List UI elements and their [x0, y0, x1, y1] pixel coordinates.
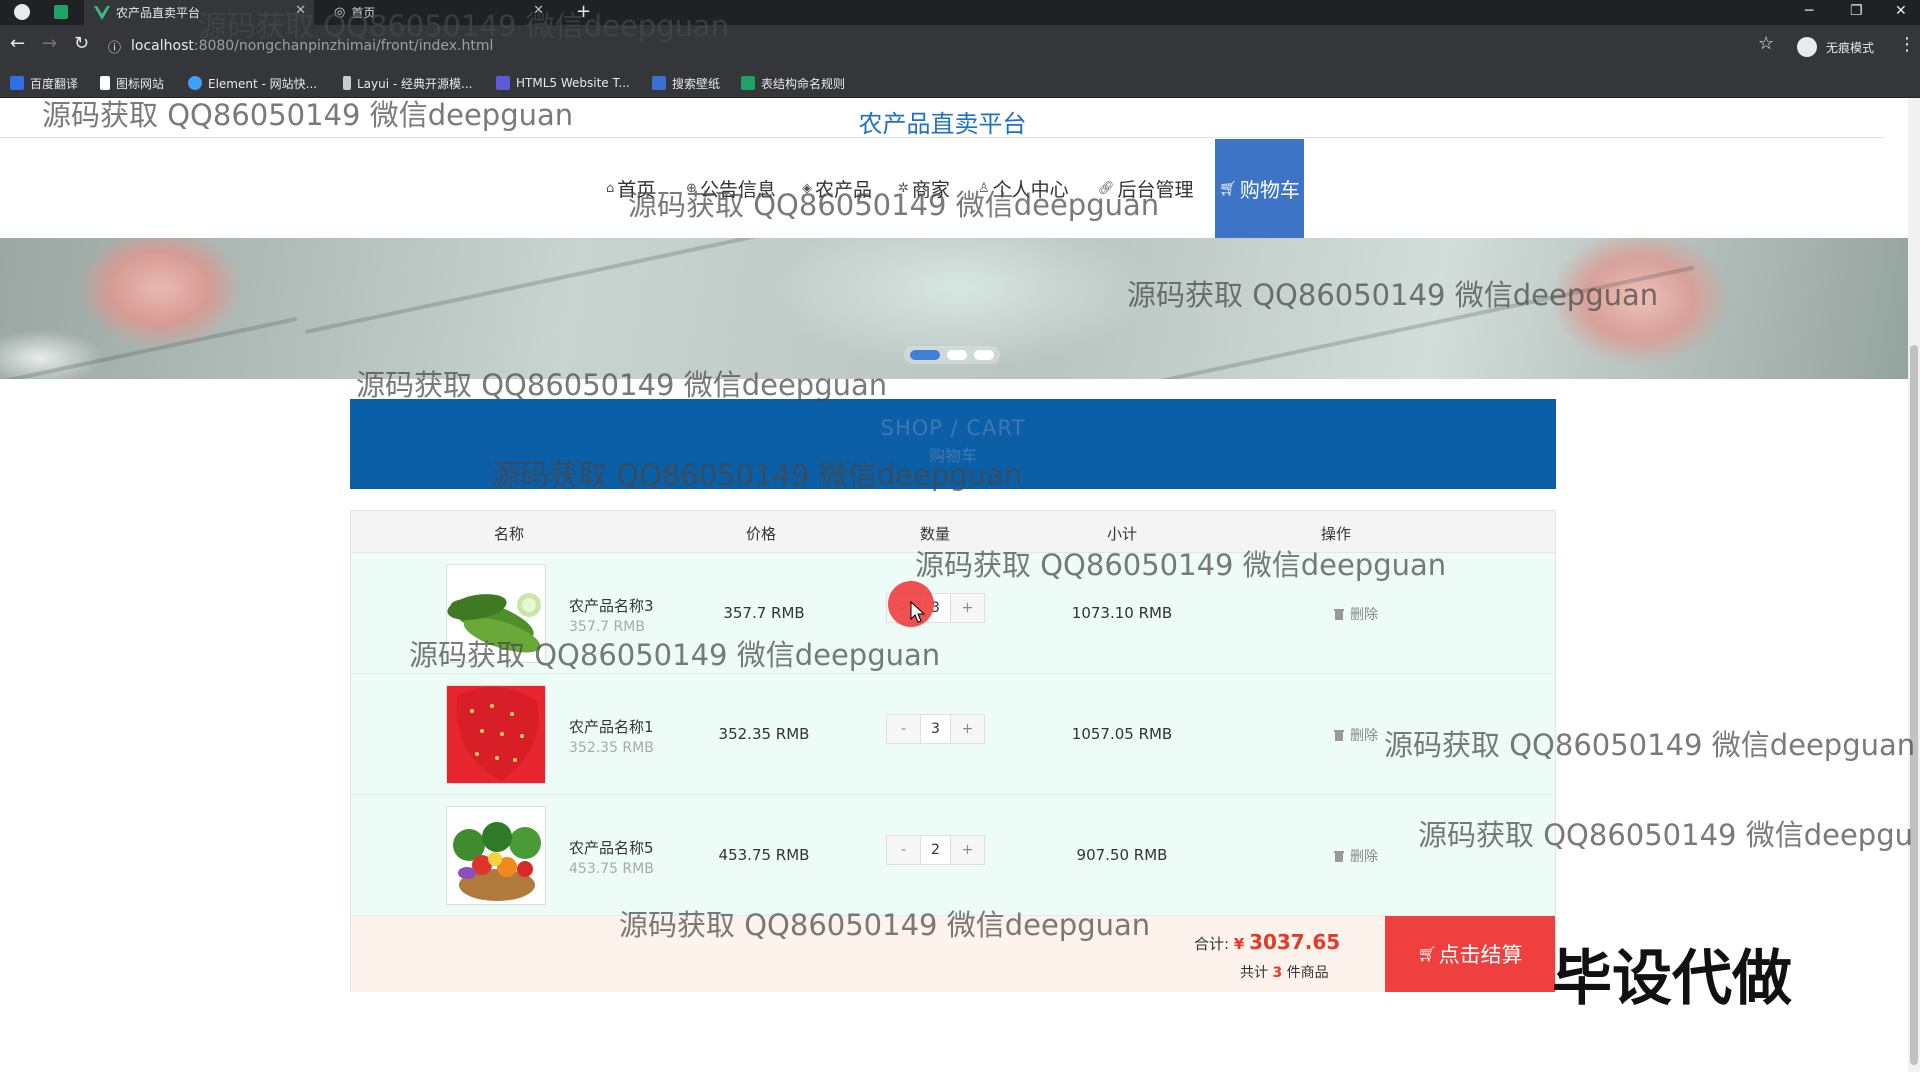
bookmark-item[interactable]: Element - 网站快... [188, 73, 317, 93]
trash-icon [1334, 609, 1344, 620]
cart-header-en: SHOP / CART [880, 416, 1026, 440]
quantity-input[interactable]: 3 [920, 715, 951, 743]
product-name[interactable]: 农产品名称1 [569, 716, 654, 737]
watermark-text: 源码获取 QQ86050149 微信deepguan [1127, 278, 1659, 312]
watermark-text: 源码获取 QQ86050149 微信deepguan [198, 9, 730, 43]
product-unit-price: 453.75 RMB [569, 861, 654, 877]
cart-icon: 🛒︎ [1219, 180, 1237, 197]
carousel-dot[interactable] [974, 350, 994, 360]
chrome-menu-icon[interactable] [14, 4, 30, 20]
table-row: 农产品名称1 352.35 RMB 352.35 RMB - 3 + 1057.… [351, 674, 1555, 795]
watermark-text: 源码获取 QQ86050149 微信deepguan [915, 548, 1447, 582]
currency-symbol: ¥ [1233, 935, 1245, 953]
delete-button[interactable]: 删除 [1333, 604, 1378, 624]
product-image-strawberry[interactable] [446, 685, 546, 784]
watermark-text: 源码获取 QQ86050149 微信deepguan [409, 638, 941, 672]
column-header-qty: 数量 [919, 525, 951, 543]
checkout-button[interactable]: 🛒︎ 点击结算 [1385, 916, 1555, 992]
decrease-button[interactable]: - [887, 715, 920, 743]
delete-button[interactable]: 删除 [1333, 725, 1378, 745]
banner-decoration [305, 238, 795, 334]
bookmark-item[interactable]: HTML5 Website T... [496, 73, 630, 93]
star-icon[interactable]: ☆ [1758, 33, 1774, 54]
product-unit-price: 352.35 RMB [569, 740, 654, 756]
watermark-text: 源码获取 QQ86050149 微信deepguan [628, 188, 1160, 222]
increase-button[interactable]: + [951, 594, 984, 622]
layui-icon [343, 76, 351, 90]
product-subtotal: 1073.10 RMB [1071, 604, 1173, 622]
watermark-text: 源码获取 QQ86050149 微信deepguan [491, 458, 1023, 492]
cart-icon: 🛒︎ [1417, 945, 1437, 963]
watermark-text: 源码获取 QQ86050149 微信deepguan [619, 908, 1151, 942]
product-price: 453.75 RMB [718, 846, 810, 864]
bookmark-item[interactable]: 百度翻译 [10, 73, 78, 93]
vue-icon [94, 5, 110, 20]
trash-icon [1334, 851, 1344, 862]
watermark-text: 源码获取 QQ86050149 微信deepguan [42, 98, 574, 132]
delete-button[interactable]: 删除 [1333, 846, 1378, 866]
product-price: 352.35 RMB [718, 725, 810, 743]
product-name[interactable]: 农产品名称3 [569, 595, 654, 616]
html5-icon [496, 76, 510, 90]
bookmark-item[interactable]: 图标网站 [100, 73, 164, 93]
restore-icon[interactable]: ❐ [1850, 3, 1863, 19]
quantity-stepper: - 3 + [886, 714, 985, 744]
wallpaper-icon [652, 76, 666, 90]
product-image-vegetable-basket[interactable] [446, 806, 546, 905]
carousel-indicators [904, 346, 1000, 364]
product-name[interactable]: 农产品名称5 [569, 837, 654, 858]
table-row: 农产品名称5 453.75 RMB 453.75 RMB - 2 + 907.5… [351, 795, 1555, 916]
promo-tag: 毕设代做 [1552, 944, 1792, 1014]
vegetable-basket-image [447, 807, 545, 904]
increase-button[interactable]: + [951, 836, 984, 864]
product-subtotal: 907.50 RMB [1076, 846, 1168, 864]
home-icon: ⌂ [606, 181, 615, 196]
product-subtotal: 1057.05 RMB [1071, 725, 1173, 743]
nav-cart[interactable]: 🛒︎ 购物车 [1215, 139, 1304, 238]
browser-menu-icon[interactable]: ⋮ [1898, 34, 1916, 55]
column-header-subtotal: 小计 [1106, 525, 1138, 543]
forward-icon[interactable]: → [42, 33, 57, 54]
total-line: 合计: ¥ 3037.65 [1194, 930, 1341, 954]
column-header-name: 名称 [493, 525, 525, 543]
decrease-button[interactable]: - [887, 836, 920, 864]
strawberry-image [447, 686, 545, 783]
total-amount: 3037.65 [1249, 930, 1341, 954]
item-count: 3 [1272, 965, 1283, 981]
incognito-label[interactable]: 无痕模式 [1826, 39, 1874, 56]
increase-button[interactable]: + [951, 715, 984, 743]
quantity-input[interactable]: 2 [920, 836, 951, 864]
minimize-icon[interactable]: ─ [1805, 3, 1813, 19]
watermark-text: 源码获取 QQ86050149 微信deepgu [1418, 818, 1913, 852]
bookmark-item[interactable]: 搜索壁纸 [652, 73, 720, 93]
page-scrollbar-thumb[interactable] [1910, 345, 1918, 1065]
quantity-stepper: - 2 + [886, 835, 985, 865]
banner-decoration [2, 316, 298, 379]
mouse-pointer-icon [910, 601, 926, 623]
flag-icon [100, 76, 110, 90]
watermark-text: 源码获取 QQ86050149 微信deepguan [356, 368, 888, 402]
carousel-dot[interactable] [947, 350, 967, 360]
bookmark-item[interactable]: 表结构命名规则 [741, 73, 845, 93]
info-icon: ⓘ [108, 40, 122, 56]
column-header-price: 价格 [745, 525, 777, 543]
carousel-dot[interactable] [910, 350, 940, 360]
tab-app-icon[interactable] [54, 5, 68, 19]
reload-icon[interactable]: ↻ [74, 33, 89, 54]
trash-icon [1334, 730, 1344, 741]
incognito-icon[interactable] [1797, 37, 1817, 57]
item-count-line: 共计 3 件商品 [1240, 965, 1329, 981]
element-icon [188, 76, 202, 90]
close-window-icon[interactable]: ✕ [1895, 3, 1907, 19]
bookmark-item[interactable]: Layui - 经典开源模... [343, 73, 472, 93]
watermark-text: 源码获取 QQ86050149 微信deepguan [1384, 728, 1916, 762]
column-header-action: 操作 [1320, 525, 1352, 543]
product-price: 357.7 RMB [723, 604, 805, 622]
back-icon[interactable]: ← [10, 33, 25, 54]
translate-icon [10, 76, 24, 90]
sheet-icon [741, 76, 755, 90]
